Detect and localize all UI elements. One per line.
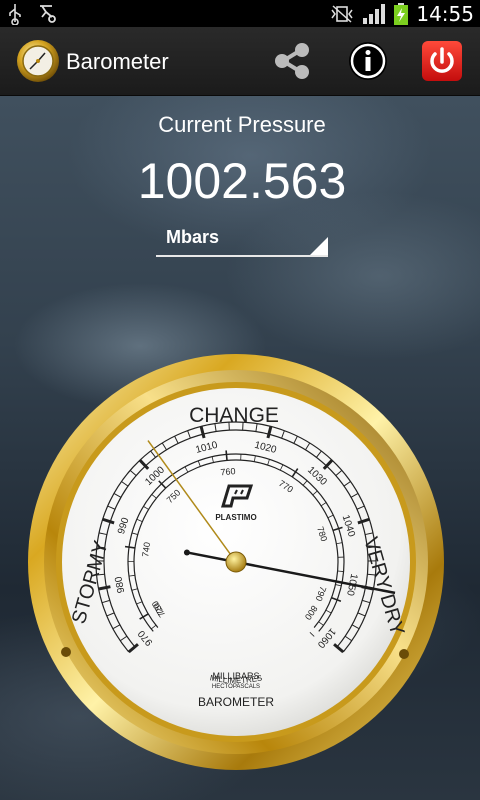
dial-hpa-label: HECTOPASCALS	[212, 684, 260, 690]
unit-dropdown[interactable]: Mbars	[156, 225, 328, 257]
needle-hub	[225, 551, 247, 573]
pressure-value: 1002.563	[137, 153, 347, 209]
app-barometer-icon[interactable]	[16, 39, 60, 83]
app-title: Barometer	[66, 49, 169, 74]
mm-major-tick	[225, 450, 228, 461]
action-bar: Barometer	[0, 27, 480, 96]
dial-brand: PLASTIMO	[215, 513, 256, 522]
current-pressure-label: Current Pressure	[158, 112, 326, 137]
power-button-icon[interactable]	[422, 41, 462, 81]
mm-minor-tick	[337, 570, 344, 572]
status-bar: 14:55	[0, 0, 480, 27]
status-clock: 14:55	[416, 1, 474, 26]
dial-top-word: CHANGE	[189, 404, 279, 427]
share-icon[interactable]	[272, 41, 312, 81]
dial-mb-label: MILLIBARS	[212, 671, 259, 681]
usb-icon	[9, 4, 21, 25]
info-icon[interactable]	[348, 41, 388, 81]
dropdown-arrow-icon	[310, 237, 328, 255]
battery-charging-icon	[394, 2, 409, 25]
needle-tail	[183, 549, 190, 556]
unit-dropdown-value: Mbars	[166, 227, 220, 247]
screw-left	[61, 647, 71, 657]
signal-icon	[363, 3, 386, 24]
vibrate-mute-icon	[331, 4, 353, 23]
barometer-dial: CHANGE 970980990100010101020103010401050…	[28, 354, 444, 770]
usb-debug-icon	[40, 5, 56, 23]
mm-tick-label: 740	[140, 541, 152, 557]
dial-bottom-label: BAROMETER	[198, 695, 274, 709]
screw-right	[399, 649, 409, 659]
mm-tick-label: 760	[220, 466, 236, 477]
